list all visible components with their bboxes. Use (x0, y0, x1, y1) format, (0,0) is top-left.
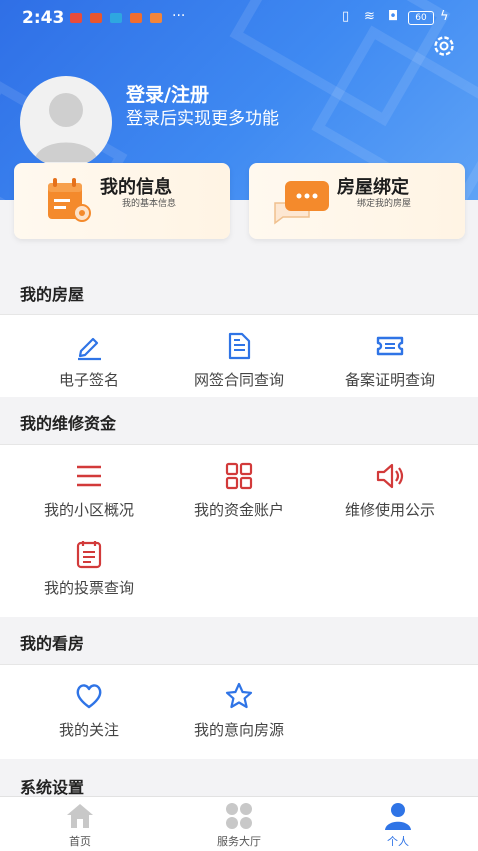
login-hint: 登录后实现更多功能 (126, 109, 279, 129)
my-info-card[interactable]: 我的信息 我的基本信息 (14, 163, 230, 239)
login-register-link[interactable]: 登录/注册 (126, 80, 209, 107)
person-icon (385, 803, 411, 830)
home-icon (67, 804, 93, 828)
contract-query-item[interactable]: 网签合同查询 (159, 331, 319, 401)
wifi-icon: ≋ (364, 9, 375, 24)
section-my-house: 电子签名 网签合同查询 备案证明查询 (0, 315, 478, 397)
tab-label: 服务大厅 (217, 835, 261, 848)
section-title: 我的房屋 (20, 285, 85, 304)
vibrate-icon: ▯ (342, 9, 350, 24)
settings-gear-icon[interactable] (430, 32, 458, 60)
ticket-icon (376, 336, 404, 356)
item-label: 维修使用公示 (344, 501, 435, 519)
profile-info-icon (48, 178, 91, 222)
chat-bubble-icon (274, 181, 329, 225)
item-label: 电子签名 (58, 371, 119, 389)
tab-personal[interactable]: 个人 (338, 797, 458, 851)
tab-services[interactable]: 服务大厅 (179, 797, 299, 851)
section-header-system-settings[interactable]: 系统设置 (0, 760, 478, 797)
section-title: 我的看房 (20, 634, 85, 653)
notification-icon (130, 13, 142, 23)
community-overview-item[interactable]: 我的小区概况 (9, 461, 169, 531)
grid-icon (225, 462, 253, 490)
section-header-my-viewing: 我的看房 (0, 617, 478, 665)
services-icon (226, 803, 252, 829)
vote-list-icon (76, 541, 102, 569)
default-avatar-icon (34, 93, 98, 162)
item-label: 网签合同查询 (193, 371, 284, 389)
section-header-my-house: 我的房屋 (0, 268, 478, 316)
item-label: 我的投票查询 (43, 579, 134, 597)
intended-listings-item[interactable]: 我的意向房源 (159, 681, 319, 751)
notification-icon (90, 13, 102, 23)
avatar[interactable] (20, 76, 112, 168)
data-icon: ◘ (388, 9, 399, 24)
item-label: 我的小区概况 (43, 501, 134, 519)
speaker-icon (376, 463, 404, 489)
section-my-viewing: 我的关注 我的意向房源 (0, 665, 478, 759)
maintenance-publicity-item[interactable]: 维修使用公示 (310, 461, 470, 531)
more-notifications-indicator: ··· (172, 8, 186, 24)
document-icon (228, 332, 251, 360)
e-signature-item[interactable]: 电子签名 (9, 331, 169, 401)
item-label: 我的关注 (58, 721, 119, 739)
item-label: 我的意向房源 (193, 721, 284, 739)
notification-icon (150, 13, 162, 23)
tab-label: 个人 (387, 835, 409, 848)
vote-query-item[interactable]: 我的投票查询 (9, 539, 169, 609)
filing-certificate-item[interactable]: 备案证明查询 (310, 331, 470, 401)
house-binding-card[interactable]: 房屋绑定 绑定我的房屋 (249, 163, 465, 239)
status-time: 2:43 (22, 8, 65, 28)
house-binding-subtitle: 绑定我的房屋 (357, 199, 412, 209)
list-icon (77, 465, 101, 487)
my-favorites-item[interactable]: 我的关注 (9, 681, 169, 751)
item-label: 我的资金账户 (193, 501, 284, 519)
battery-icon: 60 (408, 11, 434, 25)
bottom-tab-bar: 首页 服务大厅 个人 (0, 796, 478, 851)
notification-icon (70, 13, 82, 23)
fund-account-item[interactable]: 我的资金账户 (159, 461, 319, 531)
tab-label: 首页 (69, 835, 91, 848)
pen-icon (78, 337, 101, 361)
item-label: 备案证明查询 (344, 371, 435, 389)
section-maintenance-fund: 我的小区概况 我的资金账户 维修使用公示 我的投票查询 (0, 445, 478, 617)
heart-icon (76, 684, 102, 709)
notification-icon (110, 13, 122, 23)
star-icon (225, 682, 253, 709)
section-header-maintenance-fund: 我的维修资金 (0, 397, 478, 445)
my-info-subtitle: 我的基本信息 (122, 199, 177, 209)
section-title: 我的维修资金 (20, 414, 117, 433)
status-bar: 2:43 ··· ▯ ≋ ◘ 60 ϟ (0, 0, 478, 36)
charging-icon: ϟ (440, 9, 449, 24)
section-title: 系统设置 (20, 778, 85, 797)
tab-home[interactable]: 首页 (20, 797, 140, 851)
